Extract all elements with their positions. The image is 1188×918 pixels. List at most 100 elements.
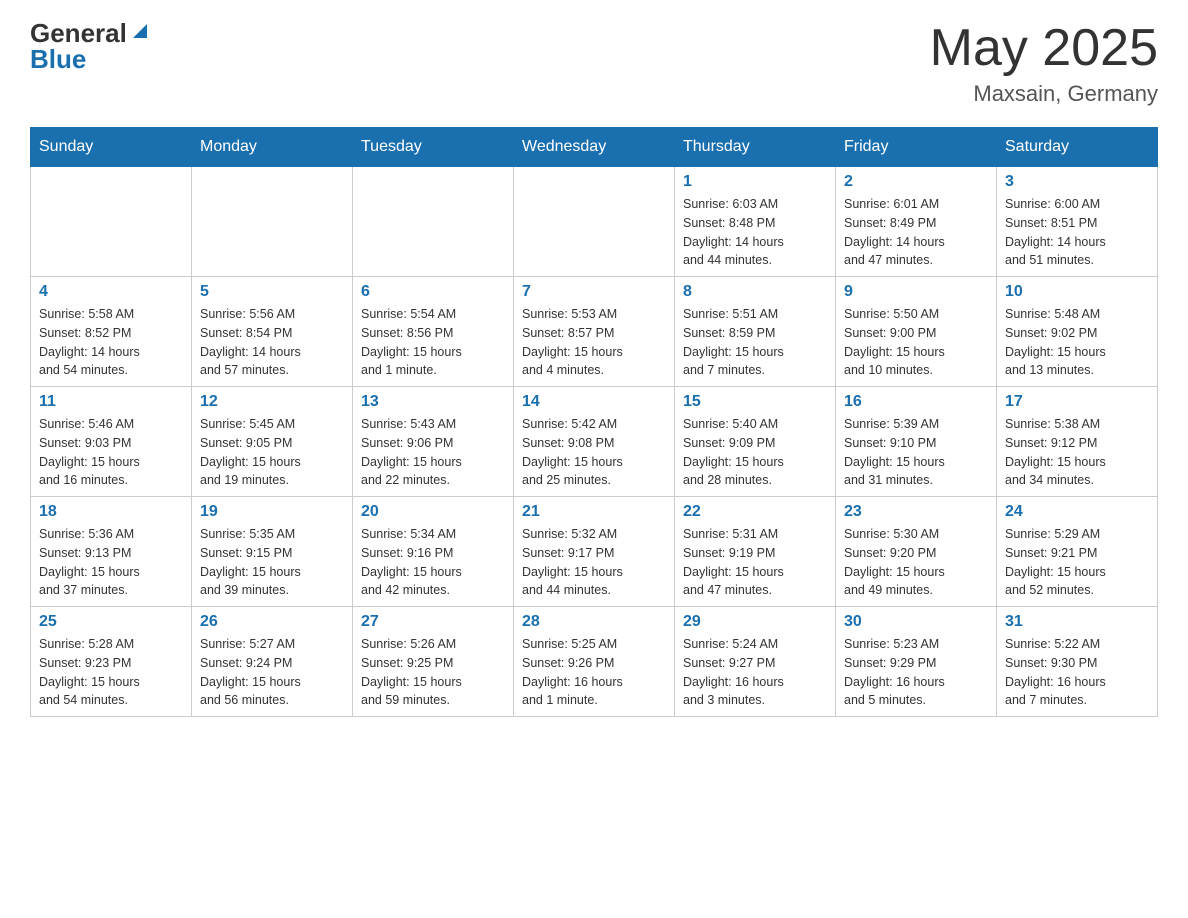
calendar-cell: 31 Sunrise: 5:22 AMSunset: 9:30 PMDayligh… (997, 607, 1158, 717)
day-info: Sunrise: 5:56 AMSunset: 8:54 PMDaylight:… (200, 305, 344, 380)
calendar-cell: 19 Sunrise: 5:35 AMSunset: 9:15 PMDayligh… (192, 497, 353, 607)
day-number: 6 (361, 283, 505, 301)
logo-triangle-icon (129, 20, 151, 42)
day-of-week-friday: Friday (836, 128, 997, 167)
week-row-1: 1 Sunrise: 6:03 AMSunset: 8:48 PMDaylight… (31, 167, 1158, 277)
day-number: 28 (522, 613, 666, 631)
day-number: 31 (1005, 613, 1149, 631)
logo-general-text: General (30, 20, 127, 46)
day-of-week-sunday: Sunday (31, 128, 192, 167)
day-info: Sunrise: 5:50 AMSunset: 9:00 PMDaylight:… (844, 305, 988, 380)
calendar-cell: 21 Sunrise: 5:32 AMSunset: 9:17 PMDayligh… (514, 497, 675, 607)
day-info: Sunrise: 5:46 AMSunset: 9:03 PMDaylight:… (39, 415, 183, 490)
calendar-cell: 25Sunrise: 5:28 AMSunset: 9:23 PMDayligh… (31, 607, 192, 717)
calendar-cell: 4 Sunrise: 5:58 AMSunset: 8:52 PMDaylight… (31, 277, 192, 387)
logo-blue-text: Blue (30, 44, 86, 74)
day-info: Sunrise: 5:30 AMSunset: 9:20 PMDaylight:… (844, 525, 988, 600)
day-number: 11 (39, 393, 183, 411)
day-info: Sunrise: 6:01 AMSunset: 8:49 PMDaylight:… (844, 195, 988, 270)
page-header: General Blue May 2025 Maxsain, Germany (30, 20, 1158, 107)
calendar-cell: 29 Sunrise: 5:24 AMSunset: 9:27 PMDayligh… (675, 607, 836, 717)
day-number: 20 (361, 503, 505, 521)
day-info: Sunrise: 5:51 AMSunset: 8:59 PMDaylight:… (683, 305, 827, 380)
week-row-2: 4 Sunrise: 5:58 AMSunset: 8:52 PMDaylight… (31, 277, 1158, 387)
calendar-cell: 13 Sunrise: 5:43 AMSunset: 9:06 PMDayligh… (353, 387, 514, 497)
day-info: Sunrise: 5:24 AMSunset: 9:27 PMDaylight:… (683, 635, 827, 710)
day-number: 1 (683, 173, 827, 191)
calendar-table: SundayMondayTuesdayWednesdayThursdayFrid… (30, 127, 1158, 717)
day-info: Sunrise: 5:58 AMSunset: 8:52 PMDaylight:… (39, 305, 183, 380)
day-number: 29 (683, 613, 827, 631)
day-number: 8 (683, 283, 827, 301)
day-info: Sunrise: 5:35 AMSunset: 9:15 PMDaylight:… (200, 525, 344, 600)
day-of-week-wednesday: Wednesday (514, 128, 675, 167)
day-number: 17 (1005, 393, 1149, 411)
day-number: 22 (683, 503, 827, 521)
week-row-4: 18Sunrise: 5:36 AMSunset: 9:13 PMDayligh… (31, 497, 1158, 607)
day-number: 27 (361, 613, 505, 631)
calendar-cell: 23Sunrise: 5:30 AMSunset: 9:20 PMDayligh… (836, 497, 997, 607)
week-row-5: 25Sunrise: 5:28 AMSunset: 9:23 PMDayligh… (31, 607, 1158, 717)
day-number: 4 (39, 283, 183, 301)
day-info: Sunrise: 5:31 AMSunset: 9:19 PMDaylight:… (683, 525, 827, 600)
calendar-cell: 7Sunrise: 5:53 AMSunset: 8:57 PMDaylight… (514, 277, 675, 387)
day-info: Sunrise: 5:48 AMSunset: 9:02 PMDaylight:… (1005, 305, 1149, 380)
day-of-week-monday: Monday (192, 128, 353, 167)
days-of-week-row: SundayMondayTuesdayWednesdayThursdayFrid… (31, 128, 1158, 167)
day-info: Sunrise: 5:39 AMSunset: 9:10 PMDaylight:… (844, 415, 988, 490)
day-info: Sunrise: 5:27 AMSunset: 9:24 PMDaylight:… (200, 635, 344, 710)
calendar-cell: 11 Sunrise: 5:46 AMSunset: 9:03 PMDayligh… (31, 387, 192, 497)
calendar-cell: 3 Sunrise: 6:00 AMSunset: 8:51 PMDaylight… (997, 167, 1158, 277)
calendar-header: SundayMondayTuesdayWednesdayThursdayFrid… (31, 128, 1158, 167)
day-number: 2 (844, 173, 988, 191)
day-number: 14 (522, 393, 666, 411)
day-info: Sunrise: 5:22 AMSunset: 9:30 PMDaylight:… (1005, 635, 1149, 710)
day-info: Sunrise: 5:45 AMSunset: 9:05 PMDaylight:… (200, 415, 344, 490)
day-number: 13 (361, 393, 505, 411)
calendar-cell: 8 Sunrise: 5:51 AMSunset: 8:59 PMDaylight… (675, 277, 836, 387)
day-of-week-saturday: Saturday (997, 128, 1158, 167)
calendar-cell: 18Sunrise: 5:36 AMSunset: 9:13 PMDayligh… (31, 497, 192, 607)
calendar-cell: 26 Sunrise: 5:27 AMSunset: 9:24 PMDayligh… (192, 607, 353, 717)
day-info: Sunrise: 6:03 AMSunset: 8:48 PMDaylight:… (683, 195, 827, 270)
calendar-body: 1 Sunrise: 6:03 AMSunset: 8:48 PMDaylight… (31, 167, 1158, 717)
calendar-cell: 10 Sunrise: 5:48 AMSunset: 9:02 PMDayligh… (997, 277, 1158, 387)
calendar-cell: 28Sunrise: 5:25 AMSunset: 9:26 PMDayligh… (514, 607, 675, 717)
calendar-cell: 1 Sunrise: 6:03 AMSunset: 8:48 PMDaylight… (675, 167, 836, 277)
day-info: Sunrise: 5:23 AMSunset: 9:29 PMDaylight:… (844, 635, 988, 710)
day-info: Sunrise: 5:54 AMSunset: 8:56 PMDaylight:… (361, 305, 505, 380)
day-number: 18 (39, 503, 183, 521)
day-number: 16 (844, 393, 988, 411)
day-number: 24 (1005, 503, 1149, 521)
day-info: Sunrise: 6:00 AMSunset: 8:51 PMDaylight:… (1005, 195, 1149, 270)
day-number: 26 (200, 613, 344, 631)
month-year-title: May 2025 (930, 20, 1158, 77)
calendar-cell: 16 Sunrise: 5:39 AMSunset: 9:10 PMDayligh… (836, 387, 997, 497)
day-number: 9 (844, 283, 988, 301)
calendar-cell: 22 Sunrise: 5:31 AMSunset: 9:19 PMDayligh… (675, 497, 836, 607)
calendar-cell (514, 167, 675, 277)
day-info: Sunrise: 5:42 AMSunset: 9:08 PMDaylight:… (522, 415, 666, 490)
calendar-cell: 12Sunrise: 5:45 AMSunset: 9:05 PMDayligh… (192, 387, 353, 497)
day-number: 7 (522, 283, 666, 301)
calendar-cell: 5 Sunrise: 5:56 AMSunset: 8:54 PMDaylight… (192, 277, 353, 387)
calendar-cell: 6 Sunrise: 5:54 AMSunset: 8:56 PMDaylight… (353, 277, 514, 387)
day-info: Sunrise: 5:29 AMSunset: 9:21 PMDaylight:… (1005, 525, 1149, 600)
day-number: 30 (844, 613, 988, 631)
day-of-week-tuesday: Tuesday (353, 128, 514, 167)
location-subtitle: Maxsain, Germany (930, 81, 1158, 107)
calendar-cell: 20Sunrise: 5:34 AMSunset: 9:16 PMDayligh… (353, 497, 514, 607)
day-number: 21 (522, 503, 666, 521)
calendar-cell: 27Sunrise: 5:26 AMSunset: 9:25 PMDayligh… (353, 607, 514, 717)
day-number: 5 (200, 283, 344, 301)
day-number: 10 (1005, 283, 1149, 301)
day-info: Sunrise: 5:43 AMSunset: 9:06 PMDaylight:… (361, 415, 505, 490)
calendar-cell: 24 Sunrise: 5:29 AMSunset: 9:21 PMDayligh… (997, 497, 1158, 607)
day-info: Sunrise: 5:32 AMSunset: 9:17 PMDaylight:… (522, 525, 666, 600)
calendar-cell: 9 Sunrise: 5:50 AMSunset: 9:00 PMDaylight… (836, 277, 997, 387)
day-number: 25 (39, 613, 183, 631)
day-of-week-thursday: Thursday (675, 128, 836, 167)
day-number: 19 (200, 503, 344, 521)
calendar-cell (192, 167, 353, 277)
day-number: 3 (1005, 173, 1149, 191)
